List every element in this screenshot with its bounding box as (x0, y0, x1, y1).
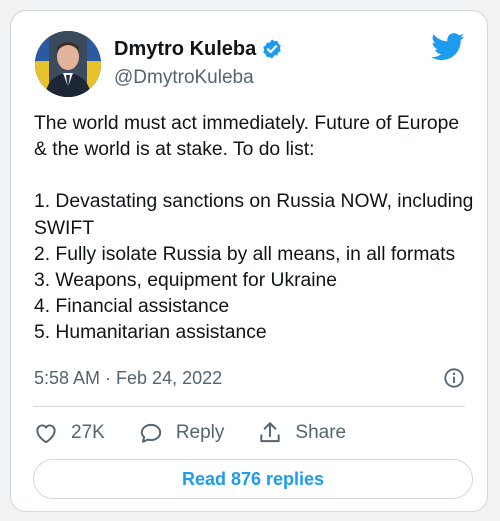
like-button[interactable]: 27K (33, 420, 105, 446)
share-label: Share (295, 422, 347, 443)
list-item: 1. Devastating sanctions on Russia NOW, … (34, 191, 474, 239)
info-icon[interactable] (443, 367, 465, 389)
author-handle[interactable]: @DmytroKuleba (114, 66, 254, 90)
reply-label: Reply (175, 422, 225, 443)
tweet-timestamp[interactable]: 5:58 AM · Feb 24, 2022 (34, 366, 222, 390)
reply-icon (140, 423, 161, 443)
verified-badge-icon (261, 38, 283, 60)
list-item: 4. Financial assistance (34, 296, 230, 318)
avatar[interactable] (35, 31, 101, 97)
reply-button[interactable]: Reply (138, 420, 225, 446)
share-button[interactable]: Share (257, 420, 346, 446)
list-item: 2. Fully isolate Russia by all means, in… (34, 243, 456, 265)
author-name[interactable]: Dmytro Kuleba (114, 37, 256, 61)
author-row: Dmytro Kuleba (114, 37, 283, 61)
twitter-bird-icon[interactable] (431, 33, 465, 61)
share-icon (260, 422, 281, 443)
read-replies-button[interactable]: Read 876 replies (33, 459, 473, 499)
action-bar: 27K Reply Share (33, 415, 379, 451)
heart-icon (36, 424, 56, 444)
list-item: 5. Humanitarian assistance (34, 322, 267, 344)
tweet-text: The world must act immediately. Future o… (34, 111, 474, 347)
divider (33, 406, 465, 407)
like-count: 27K (71, 422, 105, 443)
tweet-card: Dmytro Kuleba @DmytroKuleba The world mu… (10, 10, 488, 512)
tweet-intro: The world must act immediately. Future o… (34, 113, 460, 161)
list-item: 3. Weapons, equipment for Ukraine (34, 270, 337, 292)
